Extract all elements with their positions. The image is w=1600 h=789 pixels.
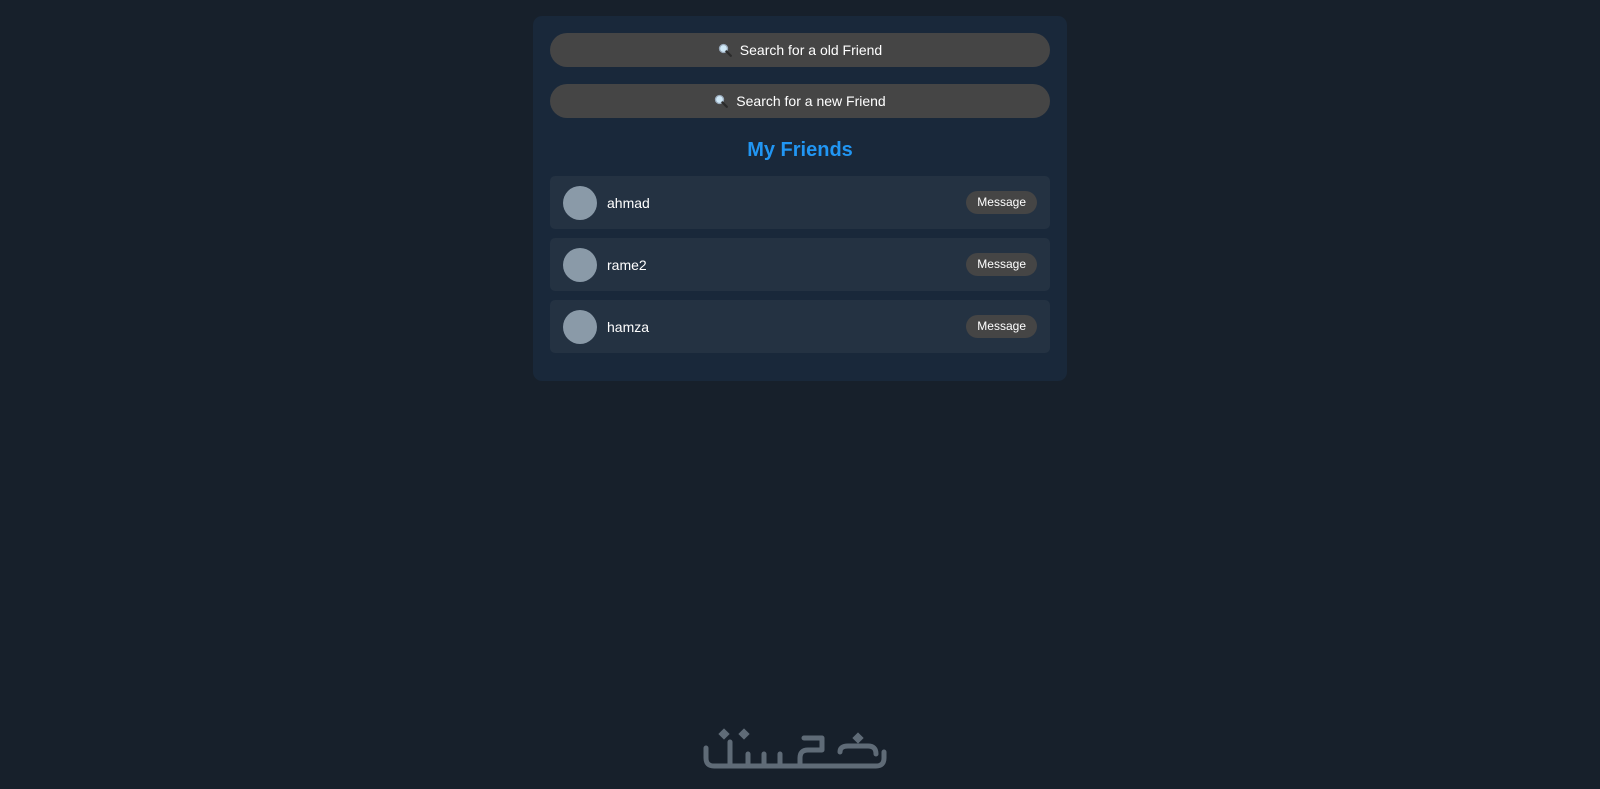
message-button[interactable]: Message [966, 253, 1037, 276]
section-title: My Friends [747, 139, 853, 161]
search-icon [714, 94, 729, 108]
list-item: ahmad Message [550, 176, 1050, 229]
search-new-friend-button[interactable]: Search for a new Friend [550, 84, 1050, 118]
search-icon [718, 43, 732, 57]
khamsat-logo [700, 728, 900, 778]
friend-name: hamza [607, 318, 650, 335]
list-item: rame2 Message [550, 238, 1050, 291]
avatar [563, 309, 597, 344]
friends-panel: Search for a old Friend Search for a new… [533, 16, 1067, 381]
search-new-friend-label: Search for a new Friend [736, 93, 886, 109]
message-button[interactable]: Message [966, 191, 1037, 214]
list-item: hamza Message [550, 300, 1050, 353]
friend-name: rame2 [607, 256, 647, 273]
avatar [563, 247, 597, 282]
search-old-friend-label: Search for a old Friend [739, 42, 883, 58]
friend-name: ahmad [607, 194, 650, 211]
message-button[interactable]: Message [966, 315, 1037, 338]
search-old-friend-button[interactable]: Search for a old Friend [550, 33, 1050, 67]
friend-list: ahmad Message rame2 Message hamza Messag… [550, 176, 1050, 353]
avatar [563, 185, 597, 220]
